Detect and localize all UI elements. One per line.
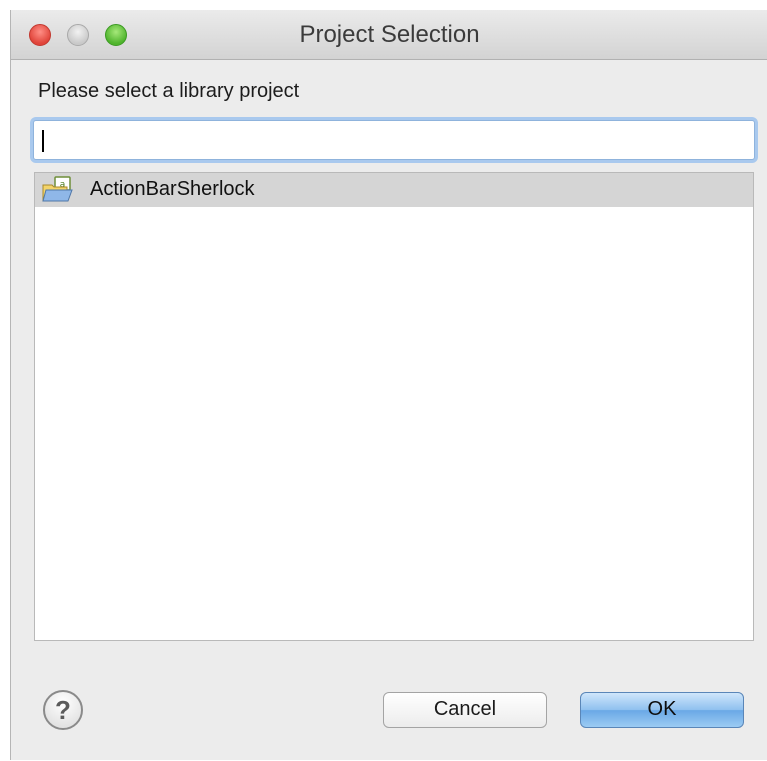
list-item-label: ActionBarSherlock (90, 178, 255, 200)
project-filter-input[interactable] (33, 120, 755, 160)
text-caret (42, 130, 44, 152)
project-list[interactable]: a ActionBarSherlock (34, 172, 754, 641)
help-button[interactable]: ? (43, 690, 83, 730)
title-bar: Project Selection (11, 10, 767, 60)
ok-button[interactable]: OK (580, 692, 744, 728)
cancel-button[interactable]: Cancel (383, 692, 547, 728)
library-project-folder-icon: a (41, 176, 75, 204)
project-selection-dialog: Project Selection Please select a librar… (10, 10, 767, 760)
window-title: Project Selection (299, 21, 480, 48)
dialog-prompt: Please select a library project (38, 80, 300, 102)
list-item[interactable]: a ActionBarSherlock (35, 173, 753, 207)
